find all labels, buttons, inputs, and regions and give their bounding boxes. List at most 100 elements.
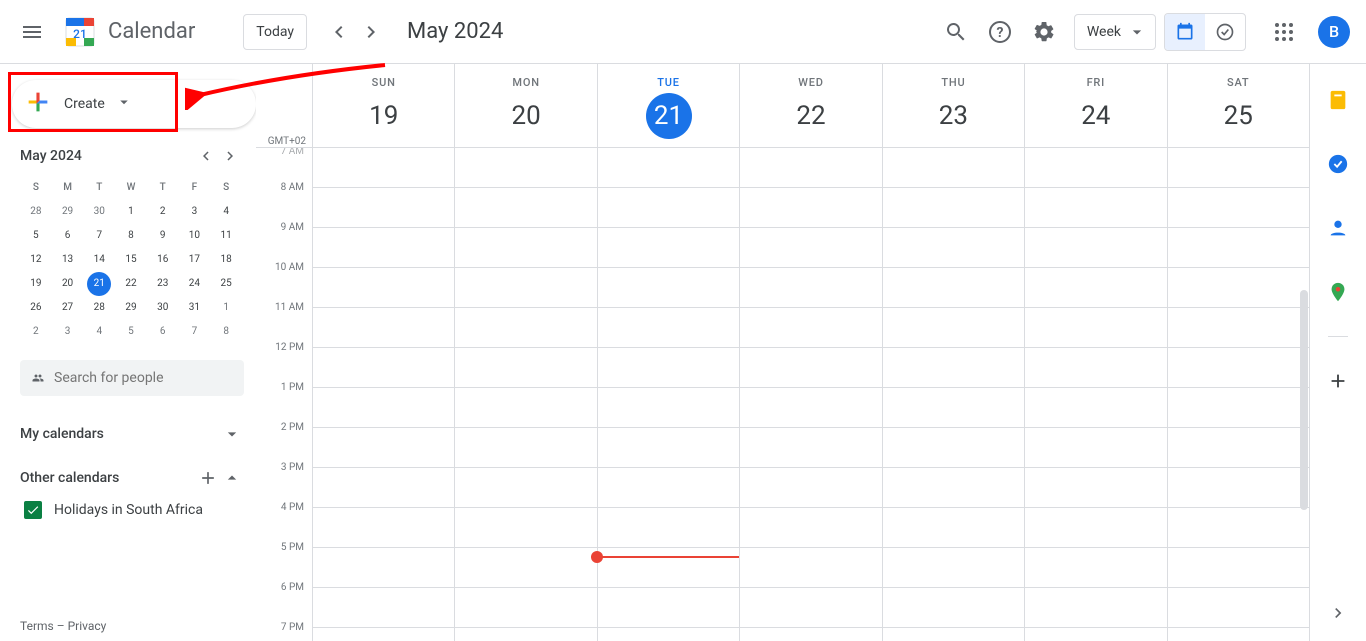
grid-cell[interactable] [454, 148, 596, 188]
grid-cell[interactable] [1167, 148, 1309, 188]
mini-cal-day[interactable]: 12 [24, 248, 48, 272]
grid-day-header[interactable]: SAT25 [1167, 64, 1309, 147]
grid-cell[interactable] [739, 348, 881, 388]
grid-cell[interactable] [882, 548, 1024, 588]
keep-button[interactable] [1318, 80, 1358, 120]
mini-cal-day[interactable]: 28 [87, 296, 111, 320]
grid-cell[interactable] [739, 228, 881, 268]
grid-cell[interactable] [882, 428, 1024, 468]
grid-cell[interactable] [597, 468, 739, 508]
grid-cell[interactable] [1167, 428, 1309, 468]
grid-cell[interactable] [454, 628, 596, 641]
grid-cell[interactable] [312, 148, 454, 188]
grid-cell[interactable] [597, 508, 739, 548]
support-button[interactable]: ? [980, 12, 1020, 52]
calendar-view-button[interactable] [1165, 14, 1205, 50]
grid-cell[interactable] [597, 228, 739, 268]
grid-cell[interactable] [1167, 548, 1309, 588]
grid-cell[interactable] [1024, 508, 1166, 548]
mini-cal-next-button[interactable] [218, 144, 242, 168]
tasks-button[interactable] [1318, 144, 1358, 184]
mini-cal-day[interactable]: 7 [182, 320, 206, 344]
mini-cal-day[interactable]: 22 [119, 272, 143, 296]
grid-cell[interactable] [454, 188, 596, 228]
mini-cal-day[interactable]: 4 [214, 200, 238, 224]
grid-cell[interactable] [597, 188, 739, 228]
grid-cell[interactable] [312, 228, 454, 268]
mini-cal-day[interactable]: 27 [56, 296, 80, 320]
mini-cal-day[interactable]: 23 [151, 272, 175, 296]
grid-cell[interactable] [739, 188, 881, 228]
mini-cal-day[interactable]: 14 [87, 248, 111, 272]
grid-cell[interactable] [454, 308, 596, 348]
grid-day-header[interactable]: THU23 [882, 64, 1024, 147]
view-selector[interactable]: Week [1074, 14, 1156, 50]
add-other-calendar-button[interactable] [196, 466, 220, 490]
calendar-checkbox[interactable] [24, 501, 42, 519]
mini-cal-day[interactable]: 30 [87, 200, 111, 224]
grid-cell[interactable] [739, 588, 881, 628]
grid-date-label[interactable]: 21 [646, 93, 692, 139]
mini-cal-day[interactable]: 26 [24, 296, 48, 320]
grid-day-header[interactable]: FRI24 [1024, 64, 1166, 147]
grid-cell[interactable] [1167, 628, 1309, 641]
grid-cell[interactable] [1024, 628, 1166, 641]
grid-cell[interactable] [739, 468, 881, 508]
grid-day-header[interactable]: SUN19 [312, 64, 454, 147]
mini-cal-day[interactable]: 11 [214, 224, 238, 248]
search-button[interactable] [936, 12, 976, 52]
mini-cal-day[interactable]: 8 [214, 320, 238, 344]
grid-cell[interactable] [1024, 428, 1166, 468]
grid-cell[interactable] [597, 588, 739, 628]
grid-date-label[interactable]: 24 [1073, 93, 1119, 139]
grid-cell[interactable] [1167, 268, 1309, 308]
grid-cell[interactable] [739, 148, 881, 188]
today-button[interactable]: Today [243, 14, 307, 50]
grid-cell[interactable] [739, 428, 881, 468]
mini-cal-day[interactable]: 20 [56, 272, 80, 296]
grid-cell[interactable] [312, 268, 454, 308]
grid-cell[interactable] [1024, 588, 1166, 628]
settings-button[interactable] [1024, 12, 1064, 52]
mini-cal-day[interactable]: 25 [214, 272, 238, 296]
grid-cell[interactable] [1024, 388, 1166, 428]
mini-cal-day[interactable]: 29 [119, 296, 143, 320]
grid-cell[interactable] [454, 268, 596, 308]
grid-date-label[interactable]: 20 [503, 93, 549, 139]
grid-cell[interactable] [1024, 468, 1166, 508]
grid-cell[interactable] [882, 268, 1024, 308]
grid-cell[interactable] [1167, 468, 1309, 508]
grid-cell[interactable] [1167, 508, 1309, 548]
grid-date-label[interactable]: 19 [361, 93, 407, 139]
mini-cal-day[interactable]: 28 [24, 200, 48, 224]
grid-cell[interactable] [1167, 308, 1309, 348]
grid-cell[interactable] [454, 428, 596, 468]
grid-cell[interactable] [882, 188, 1024, 228]
grid-cell[interactable] [882, 228, 1024, 268]
grid-cell[interactable] [739, 268, 881, 308]
mini-cal-day[interactable]: 18 [214, 248, 238, 272]
grid-cell[interactable] [597, 388, 739, 428]
grid-cell[interactable] [882, 468, 1024, 508]
mini-cal-day[interactable]: 5 [119, 320, 143, 344]
grid-cell[interactable] [312, 188, 454, 228]
grid-cell[interactable] [1024, 268, 1166, 308]
get-addons-button[interactable] [1318, 361, 1358, 401]
grid-cell[interactable] [882, 148, 1024, 188]
next-period-button[interactable] [355, 16, 387, 48]
mini-cal-prev-button[interactable] [194, 144, 218, 168]
grid-cell[interactable] [597, 548, 739, 588]
mini-cal-day[interactable]: 17 [182, 248, 206, 272]
grid-cell[interactable] [739, 388, 881, 428]
hide-side-panel-button[interactable] [1322, 597, 1354, 629]
google-apps-button[interactable] [1264, 12, 1304, 52]
grid-cell[interactable] [312, 428, 454, 468]
grid-cell[interactable] [312, 548, 454, 588]
grid-cell[interactable] [739, 308, 881, 348]
scrollbar[interactable] [1300, 290, 1308, 510]
grid-cell[interactable] [454, 588, 596, 628]
grid-cell[interactable] [1024, 308, 1166, 348]
mini-cal-day[interactable]: 31 [182, 296, 206, 320]
grid-cell[interactable] [312, 628, 454, 641]
grid-cell[interactable] [739, 628, 881, 641]
